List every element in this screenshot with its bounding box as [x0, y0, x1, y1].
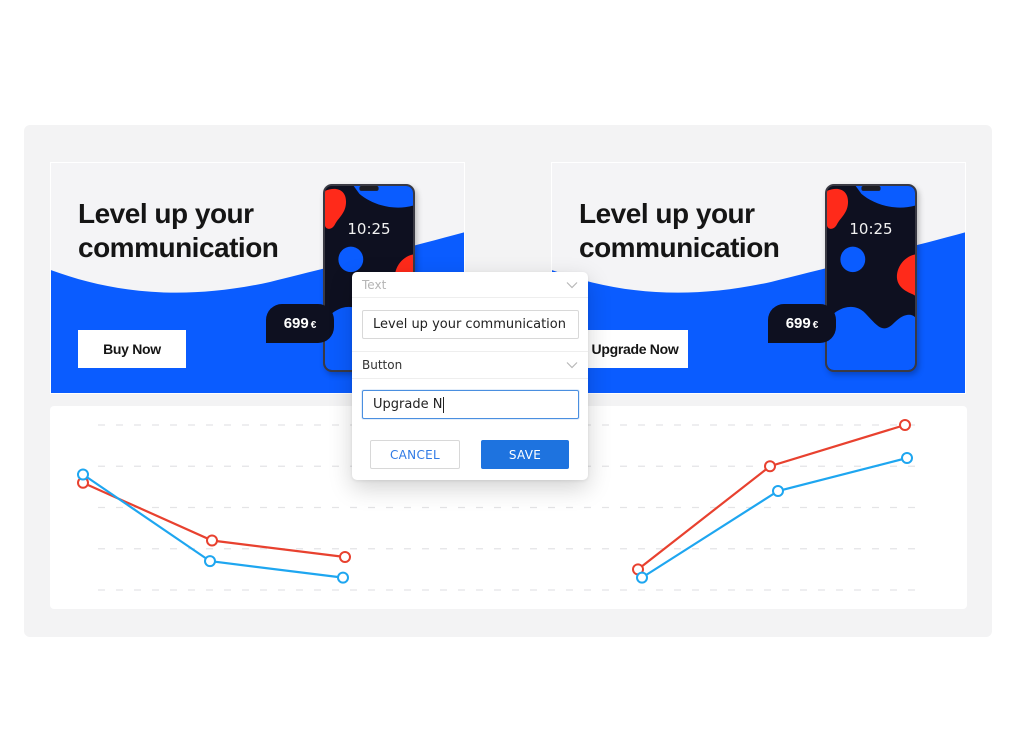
series-line-blue	[641, 456, 908, 579]
button-section-label: Button	[362, 358, 403, 372]
text-section-header[interactable]: Text	[352, 272, 588, 298]
save-button[interactable]: SAVE	[481, 440, 569, 469]
price-tag: 699 €	[266, 304, 334, 343]
headline-text-value: Level up your communication	[373, 317, 566, 332]
text-cursor	[443, 396, 445, 413]
data-point-red	[764, 460, 776, 473]
upgrade-now-button[interactable]: Upgrade Now	[582, 330, 688, 368]
price-value: 699	[785, 315, 811, 332]
data-point-blue	[337, 571, 349, 584]
data-point-red	[899, 419, 911, 431]
data-point-blue	[204, 555, 216, 568]
phone-clock: 10:25	[849, 220, 893, 238]
series-line-red	[637, 423, 906, 571]
buy-now-button[interactable]: Buy Now	[78, 330, 186, 368]
banner-upgrade-now[interactable]: Level up your communication Upgrade Now …	[551, 162, 966, 394]
data-point-blue	[772, 485, 784, 497]
data-point-blue	[77, 468, 89, 481]
data-point-blue	[636, 571, 648, 584]
currency-symbol: €	[812, 319, 819, 331]
price-value: 699	[283, 315, 309, 332]
button-label-input[interactable]: Upgrade N	[362, 390, 579, 419]
headline-text-input[interactable]: Level up your communication	[362, 310, 579, 339]
data-point-red	[206, 534, 218, 547]
data-point-red	[339, 551, 351, 563]
button-section-header[interactable]: Button	[352, 351, 588, 379]
banner-headline: Level up your communication	[78, 198, 279, 263]
chevron-down-icon[interactable]	[566, 361, 578, 369]
cancel-button[interactable]: CANCEL	[370, 440, 460, 469]
text-section-label: Text	[362, 277, 387, 292]
data-point-blue	[901, 452, 913, 464]
phone-clock: 10:25	[347, 220, 391, 238]
chevron-down-icon[interactable]	[566, 281, 578, 289]
price-tag: 699 €	[768, 304, 836, 343]
phone-image: 10:25	[825, 184, 917, 372]
banner-editor-panel: Text Level up your communication Button …	[352, 272, 588, 480]
button-label-value: Upgrade N	[373, 397, 443, 412]
currency-symbol: €	[310, 319, 317, 331]
banner-headline: Level up your communication	[579, 198, 780, 263]
